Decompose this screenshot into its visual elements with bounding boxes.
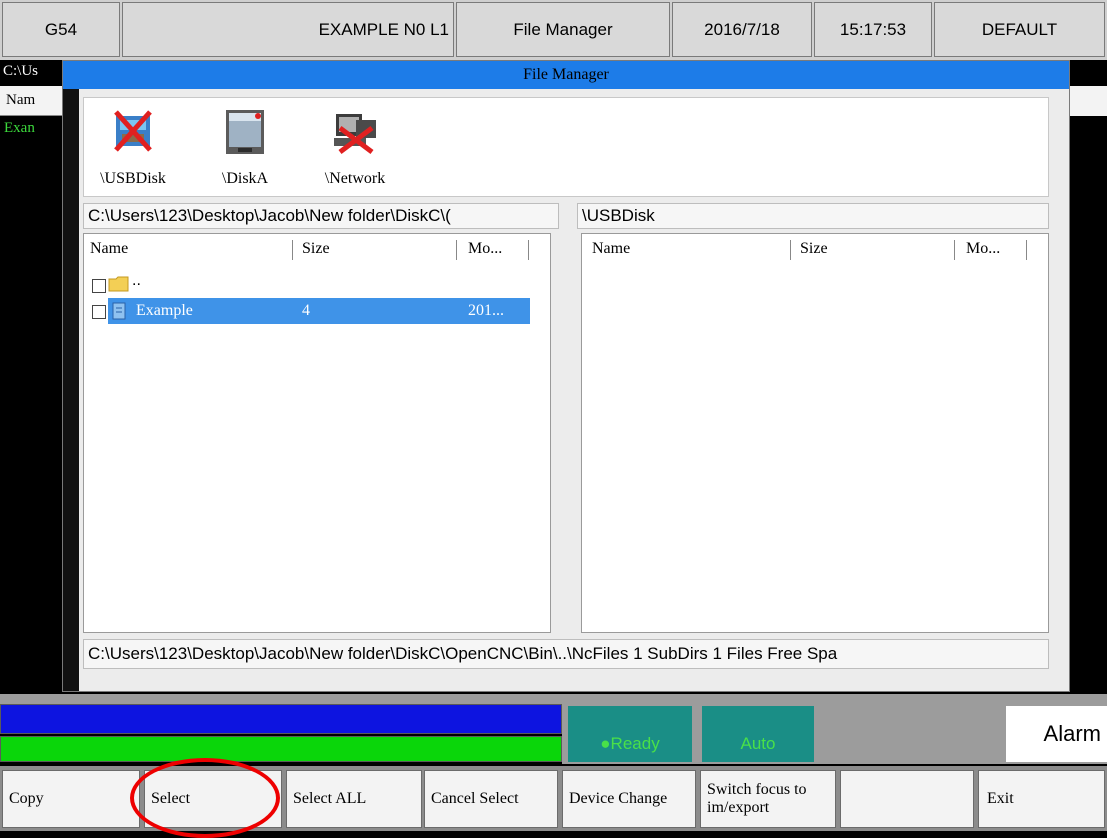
- column-separator: [790, 240, 791, 260]
- column-size[interactable]: Size: [800, 234, 828, 264]
- background-path: C:\Us: [0, 60, 62, 82]
- device-usbdisk[interactable]: \USBDisk: [88, 102, 178, 194]
- mode: DEFAULT: [934, 2, 1105, 57]
- directory-status-line: C:\Users\123\Desktop\Jacob\New folder\Di…: [83, 639, 1049, 669]
- column-size[interactable]: Size: [302, 234, 330, 264]
- dialog-title: File Manager: [63, 61, 1069, 89]
- auto-mode-indicator: Auto: [702, 706, 814, 762]
- column-modified[interactable]: Mo...: [468, 234, 503, 264]
- device-change-button[interactable]: Device Change: [562, 770, 696, 828]
- column-name[interactable]: Name: [90, 234, 129, 264]
- column-modified[interactable]: Mo...: [966, 234, 1001, 264]
- separator-strip: [0, 694, 1107, 704]
- copy-button[interactable]: Copy: [2, 770, 140, 828]
- top-status-bar: G54 EXAMPLE N0 L1 File Manager 2016/7/18…: [0, 0, 1107, 60]
- program-name: EXAMPLE N0 L1: [122, 2, 454, 57]
- file-manager-dialog: File Manager \USBDisk \DiskA \Network C:…: [62, 60, 1070, 692]
- row-name: Example: [136, 302, 193, 319]
- right-path-bar: \USBDisk: [577, 203, 1049, 229]
- message-bar: [0, 704, 562, 734]
- device-panel: \USBDisk \DiskA \Network: [83, 97, 1049, 197]
- alarm-indicator[interactable]: Alarm: [1006, 706, 1107, 762]
- background-row: Exan: [4, 120, 35, 136]
- device-diska[interactable]: \DiskA: [200, 102, 290, 194]
- column-separator: [456, 240, 457, 260]
- list-item[interactable]: ..: [84, 272, 552, 298]
- time: 15:17:53: [814, 2, 932, 57]
- progress-bar: [0, 736, 562, 762]
- select-all-button[interactable]: Select ALL: [286, 770, 422, 828]
- device-network[interactable]: \Network: [310, 102, 400, 194]
- file-icon: [112, 302, 126, 320]
- disk-a-icon: [226, 110, 264, 154]
- ready-indicator: ●Ready: [568, 706, 692, 762]
- device-label: \DiskA: [221, 170, 269, 187]
- row-name: ..: [132, 272, 141, 289]
- row-size: 4: [302, 302, 310, 319]
- device-label: \USBDisk: [100, 170, 166, 187]
- row-checkbox[interactable]: [92, 279, 106, 293]
- dialog-left-edge: [63, 89, 79, 691]
- right-file-list[interactable]: Name Size Mo...: [581, 233, 1049, 633]
- usb-disk-disconnected-icon: [114, 110, 152, 152]
- left-file-list[interactable]: Name Size Mo... .. Example 4 201...: [83, 233, 551, 633]
- background-header-end: [1068, 86, 1107, 116]
- screen-title: File Manager: [456, 2, 670, 57]
- column-separator: [528, 240, 529, 260]
- select-button[interactable]: Select: [144, 770, 282, 828]
- coord-system: G54: [2, 2, 120, 57]
- column-name[interactable]: Name: [592, 234, 631, 264]
- column-separator: [1026, 240, 1027, 260]
- empty-softkey[interactable]: [840, 770, 974, 828]
- switch-focus-button[interactable]: Switch focus to im/export: [700, 770, 836, 828]
- network-disconnected-icon: [334, 114, 376, 154]
- device-label: \Network: [324, 170, 386, 187]
- cancel-select-button[interactable]: Cancel Select: [424, 770, 558, 828]
- list-item[interactable]: Example 4 201...: [84, 298, 530, 324]
- column-separator: [292, 240, 293, 260]
- row-checkbox[interactable]: [92, 305, 106, 319]
- row-modified: 201...: [468, 302, 504, 319]
- exit-button[interactable]: Exit: [978, 770, 1105, 828]
- date: 2016/7/18: [672, 2, 812, 57]
- background-name-column: Nam: [6, 92, 36, 108]
- left-path-bar: C:\Users\123\Desktop\Jacob\New folder\Di…: [83, 203, 559, 229]
- folder-icon: [108, 276, 129, 292]
- column-separator: [954, 240, 955, 260]
